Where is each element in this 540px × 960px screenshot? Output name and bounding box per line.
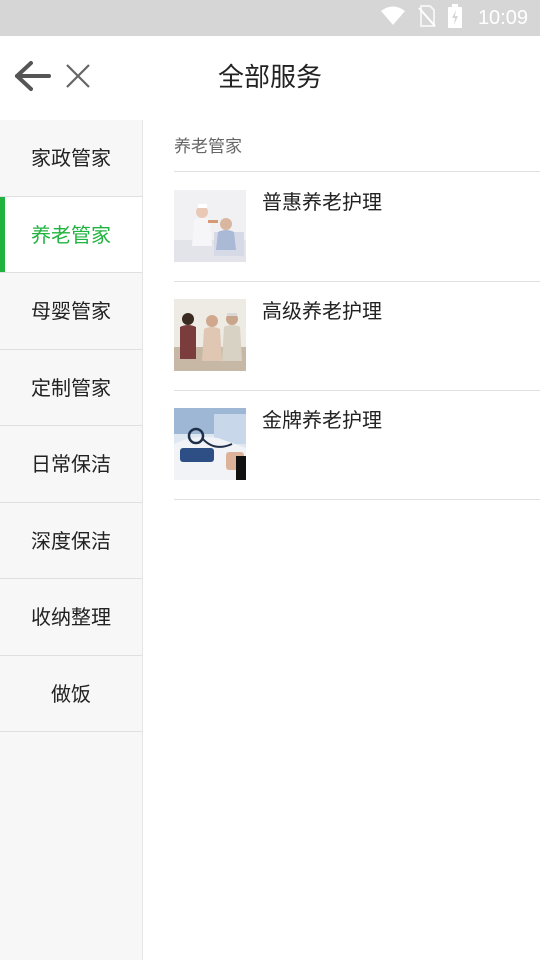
- sidebar-item-daily-cleaning[interactable]: 日常保洁: [0, 426, 142, 503]
- section-title: 养老管家: [174, 137, 242, 157]
- category-sidebar: 家政管家 养老管家 母婴管家 定制管家 日常保洁 深度保洁 收纳整理 做饭: [0, 120, 143, 960]
- service-name: 普惠养老护理: [262, 190, 382, 214]
- arrow-left-icon: [13, 60, 51, 96]
- status-bar: 10:09: [0, 0, 540, 36]
- blood-pressure-measurement-photo: [174, 408, 246, 480]
- family-with-elderly-couple-photo: [174, 299, 246, 371]
- caregiver-feeding-elder-photo: [174, 190, 246, 262]
- battery-charging-icon: [447, 4, 462, 32]
- service-name: 高级养老护理: [262, 299, 382, 323]
- status-icons: 10:09: [380, 0, 528, 36]
- service-item[interactable]: 金牌养老护理: [174, 390, 540, 500]
- wifi-icon: [380, 6, 406, 30]
- status-time: 10:09: [477, 6, 528, 29]
- sidebar-item-deep-cleaning[interactable]: 深度保洁: [0, 503, 142, 579]
- app-header: 全部服务: [0, 36, 540, 120]
- sidebar-item-cooking[interactable]: 做饭: [0, 656, 142, 732]
- sidebar-item-housekeeping[interactable]: 家政管家: [0, 120, 142, 197]
- close-icon: [65, 63, 91, 93]
- sidebar-item-maternity[interactable]: 母婴管家: [0, 273, 142, 350]
- no-sim-icon: [418, 5, 436, 31]
- sidebar-item-elderly-care[interactable]: 养老管家: [0, 196, 142, 273]
- sidebar-item-organizing[interactable]: 收纳整理: [0, 579, 142, 656]
- back-button[interactable]: [12, 58, 52, 98]
- service-content: 养老管家 普惠养老护理 高级养老护理 金牌养老护理: [144, 120, 540, 960]
- service-item[interactable]: 普惠养老护理: [174, 172, 540, 282]
- close-button[interactable]: [62, 62, 94, 94]
- sidebar-item-custom[interactable]: 定制管家: [0, 350, 142, 426]
- service-name: 金牌养老护理: [262, 408, 382, 432]
- service-item[interactable]: 高级养老护理: [174, 281, 540, 391]
